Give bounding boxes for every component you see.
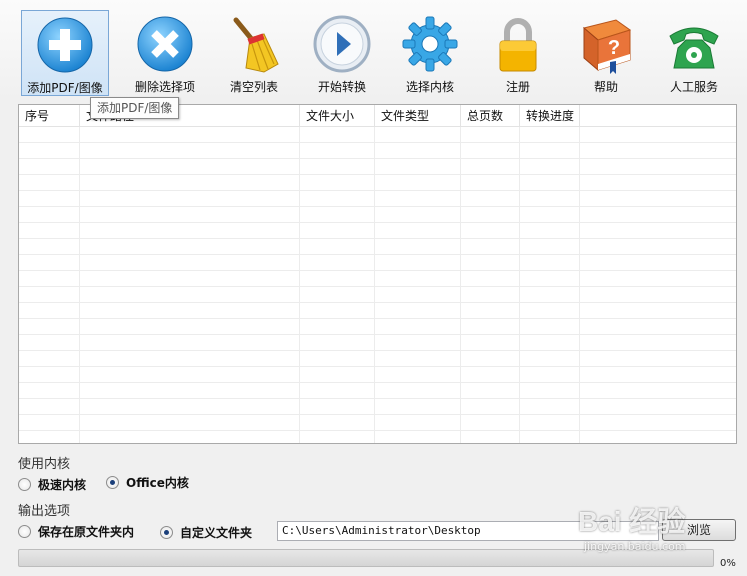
broom-icon	[233, 17, 279, 73]
column-file-type[interactable]: 文件类型	[375, 105, 461, 127]
column-divider	[79, 127, 80, 443]
manual-service-button[interactable]: 人工服务	[650, 10, 738, 96]
engine-office-label: Office内核	[126, 476, 189, 490]
radio-button[interactable]	[18, 525, 31, 538]
manual-service-label: 人工服务	[669, 80, 718, 94]
delete-selected-label: 删除选择项	[134, 80, 195, 94]
file-list-table[interactable]: 序号 文件路径 文件大小 文件类型 总页数 转换进度	[18, 104, 737, 444]
clear-list-label: 清空列表	[229, 80, 278, 94]
help-button[interactable]: ? 帮助	[562, 10, 650, 96]
table-body[interactable]	[19, 127, 736, 443]
lock-icon	[499, 18, 537, 72]
delete-selected-button[interactable]: 删除选择项	[121, 10, 209, 96]
browse-button[interactable]: 浏览	[662, 519, 736, 541]
engine-section-title: 使用内核	[18, 457, 71, 472]
help-book-icon: ?	[582, 19, 632, 74]
progress-percent: 0%	[720, 558, 736, 569]
svg-text:?: ?	[608, 37, 620, 59]
play-icon	[313, 15, 371, 73]
help-label: 帮助	[593, 80, 618, 94]
output-section-title: 输出选项	[18, 504, 71, 519]
column-divider	[299, 127, 300, 443]
engine-fast-label: 极速内核	[38, 478, 87, 492]
column-file-size[interactable]: 文件大小	[300, 105, 375, 127]
start-convert-label: 开始转换	[317, 80, 366, 94]
start-convert-button[interactable]: 开始转换	[298, 10, 386, 96]
column-divider	[519, 127, 520, 443]
output-original-folder-radio[interactable]: 保存在原文件夹内	[18, 523, 134, 540]
select-engine-button[interactable]: 选择内核	[386, 10, 474, 96]
conversion-progress-bar	[18, 549, 714, 567]
column-divider	[460, 127, 461, 443]
toolbar: 添加PDF/图像 删除选择项 清空列表 开始转换 选择内核 注册 ? 帮助 人工…	[0, 0, 747, 100]
plus-circle-icon	[37, 17, 93, 73]
output-custom-folder-radio[interactable]: 自定义文件夹	[160, 524, 252, 541]
output-original-folder-label: 保存在原文件夹内	[38, 525, 135, 539]
column-divider	[374, 127, 375, 443]
column-index[interactable]: 序号	[19, 105, 80, 127]
column-progress[interactable]: 转换进度	[520, 105, 580, 127]
x-circle-icon	[137, 16, 193, 72]
output-custom-folder-label: 自定义文件夹	[180, 526, 253, 540]
radio-button[interactable]	[18, 478, 31, 491]
gear-icon	[402, 16, 458, 72]
tooltip: 添加PDF/图像	[90, 97, 180, 119]
radio-button-selected[interactable]	[106, 476, 119, 489]
register-button[interactable]: 注册	[474, 10, 562, 96]
radio-button-selected[interactable]	[160, 526, 173, 539]
add-pdf-image-label: 添加PDF/图像	[27, 81, 103, 95]
engine-office-radio[interactable]: Office内核	[106, 474, 189, 491]
column-page-count[interactable]: 总页数	[461, 105, 520, 127]
add-pdf-image-button[interactable]: 添加PDF/图像	[21, 10, 109, 96]
engine-fast-radio[interactable]: 极速内核	[18, 476, 86, 493]
register-label: 注册	[505, 80, 530, 94]
output-path-field[interactable]: C:\Users\Administrator\Desktop	[277, 521, 659, 541]
column-divider	[579, 127, 580, 443]
select-engine-label: 选择内核	[405, 80, 454, 94]
telephone-icon	[669, 27, 719, 69]
clear-list-button[interactable]: 清空列表	[210, 10, 298, 96]
